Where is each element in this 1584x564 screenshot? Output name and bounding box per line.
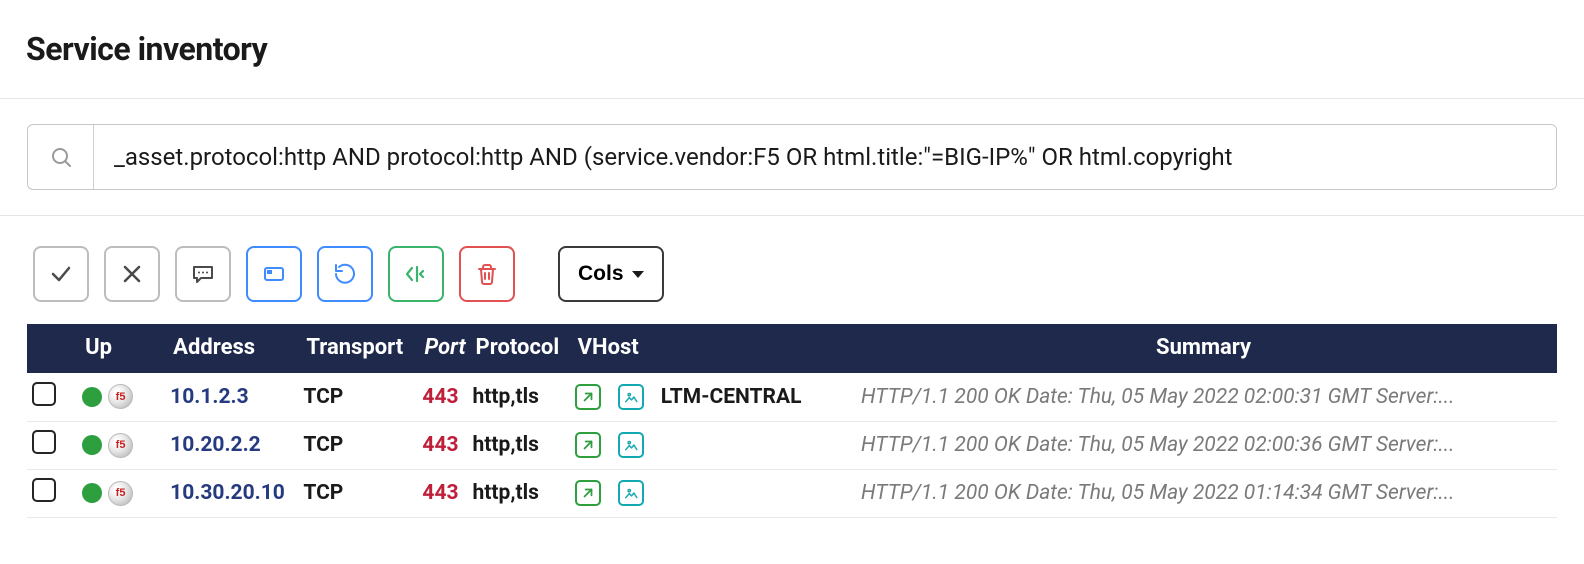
col-header-protocol[interactable]: Protocol — [468, 324, 570, 373]
caret-down-icon — [632, 271, 644, 278]
reject-button[interactable] — [104, 246, 160, 302]
table-row: f5 10.1.2.3 TCP 443 http,tls LTM-CENTRAL HTTP/… — [27, 373, 1557, 421]
col-header-transport[interactable]: Transport — [298, 324, 416, 373]
vendor-logo-icon: f5 — [108, 384, 133, 409]
row-checkbox[interactable] — [32, 478, 56, 502]
comment-button[interactable] — [175, 246, 231, 302]
transport-value: TCP — [303, 481, 343, 505]
protocol-value: http,tls — [473, 385, 539, 409]
table-row: f5 10.30.20.10 TCP 443 http,tls HTTP/1.1 200 … — [27, 469, 1557, 517]
status-dot-icon — [82, 435, 102, 455]
open-link-icon[interactable] — [575, 432, 601, 458]
row-checkbox[interactable] — [32, 430, 56, 454]
col-header-checkbox — [27, 324, 77, 373]
col-header-port[interactable]: Port — [416, 324, 467, 373]
col-header-up[interactable]: Up — [77, 324, 165, 373]
toolbar: Cols — [0, 216, 1584, 324]
page-title: Service inventory — [0, 0, 1584, 98]
vhost-value: LTM-CENTRAL — [661, 385, 802, 409]
search-bar — [27, 124, 1557, 190]
columns-button-label: Cols — [578, 262, 624, 286]
col-header-vhost[interactable]: VHost — [570, 324, 856, 373]
port-value: 443 — [421, 385, 462, 409]
screenshot-icon[interactable] — [618, 480, 644, 506]
status-dot-icon — [82, 483, 102, 503]
status-dot-icon — [82, 387, 102, 407]
results-table: Up Address Transport Port Protocol VHost… — [27, 324, 1557, 518]
address-link[interactable]: 10.20.2.2 — [170, 433, 261, 457]
screenshot-icon[interactable] — [618, 384, 644, 410]
vendor-logo-icon: f5 — [108, 481, 133, 506]
columns-button[interactable]: Cols — [558, 246, 664, 302]
transport-value: TCP — [303, 433, 343, 457]
tag-button[interactable] — [246, 246, 302, 302]
open-link-icon[interactable] — [575, 384, 601, 410]
transport-value: TCP — [303, 385, 343, 409]
port-value: 443 — [421, 481, 462, 505]
search-bar-container — [0, 98, 1584, 216]
address-link[interactable]: 10.30.20.10 — [170, 481, 285, 505]
search-input[interactable] — [94, 125, 1556, 189]
summary-value: HTTP/1.1 200 OK Date: Thu, 05 May 2022 0… — [861, 481, 1454, 505]
rescan-button[interactable] — [317, 246, 373, 302]
merge-button[interactable] — [388, 246, 444, 302]
address-link[interactable]: 10.1.2.3 — [170, 385, 249, 409]
summary-value: HTTP/1.1 200 OK Date: Thu, 05 May 2022 0… — [861, 385, 1454, 409]
summary-value: HTTP/1.1 200 OK Date: Thu, 05 May 2022 0… — [861, 433, 1454, 457]
table-row: f5 10.20.2.2 TCP 443 http,tls HTTP/1.1 200 OK… — [27, 421, 1557, 469]
delete-button[interactable] — [459, 246, 515, 302]
approve-button[interactable] — [33, 246, 89, 302]
screenshot-icon[interactable] — [618, 432, 644, 458]
port-value: 443 — [421, 433, 462, 457]
protocol-value: http,tls — [473, 433, 539, 457]
search-icon — [28, 125, 94, 189]
col-header-address[interactable]: Address — [165, 324, 298, 373]
open-link-icon[interactable] — [575, 480, 601, 506]
vendor-logo-icon: f5 — [108, 433, 133, 458]
row-checkbox[interactable] — [32, 382, 56, 406]
col-header-summary[interactable]: Summary — [856, 324, 1557, 373]
table-container: Up Address Transport Port Protocol VHost… — [0, 324, 1584, 518]
protocol-value: http,tls — [473, 481, 539, 505]
